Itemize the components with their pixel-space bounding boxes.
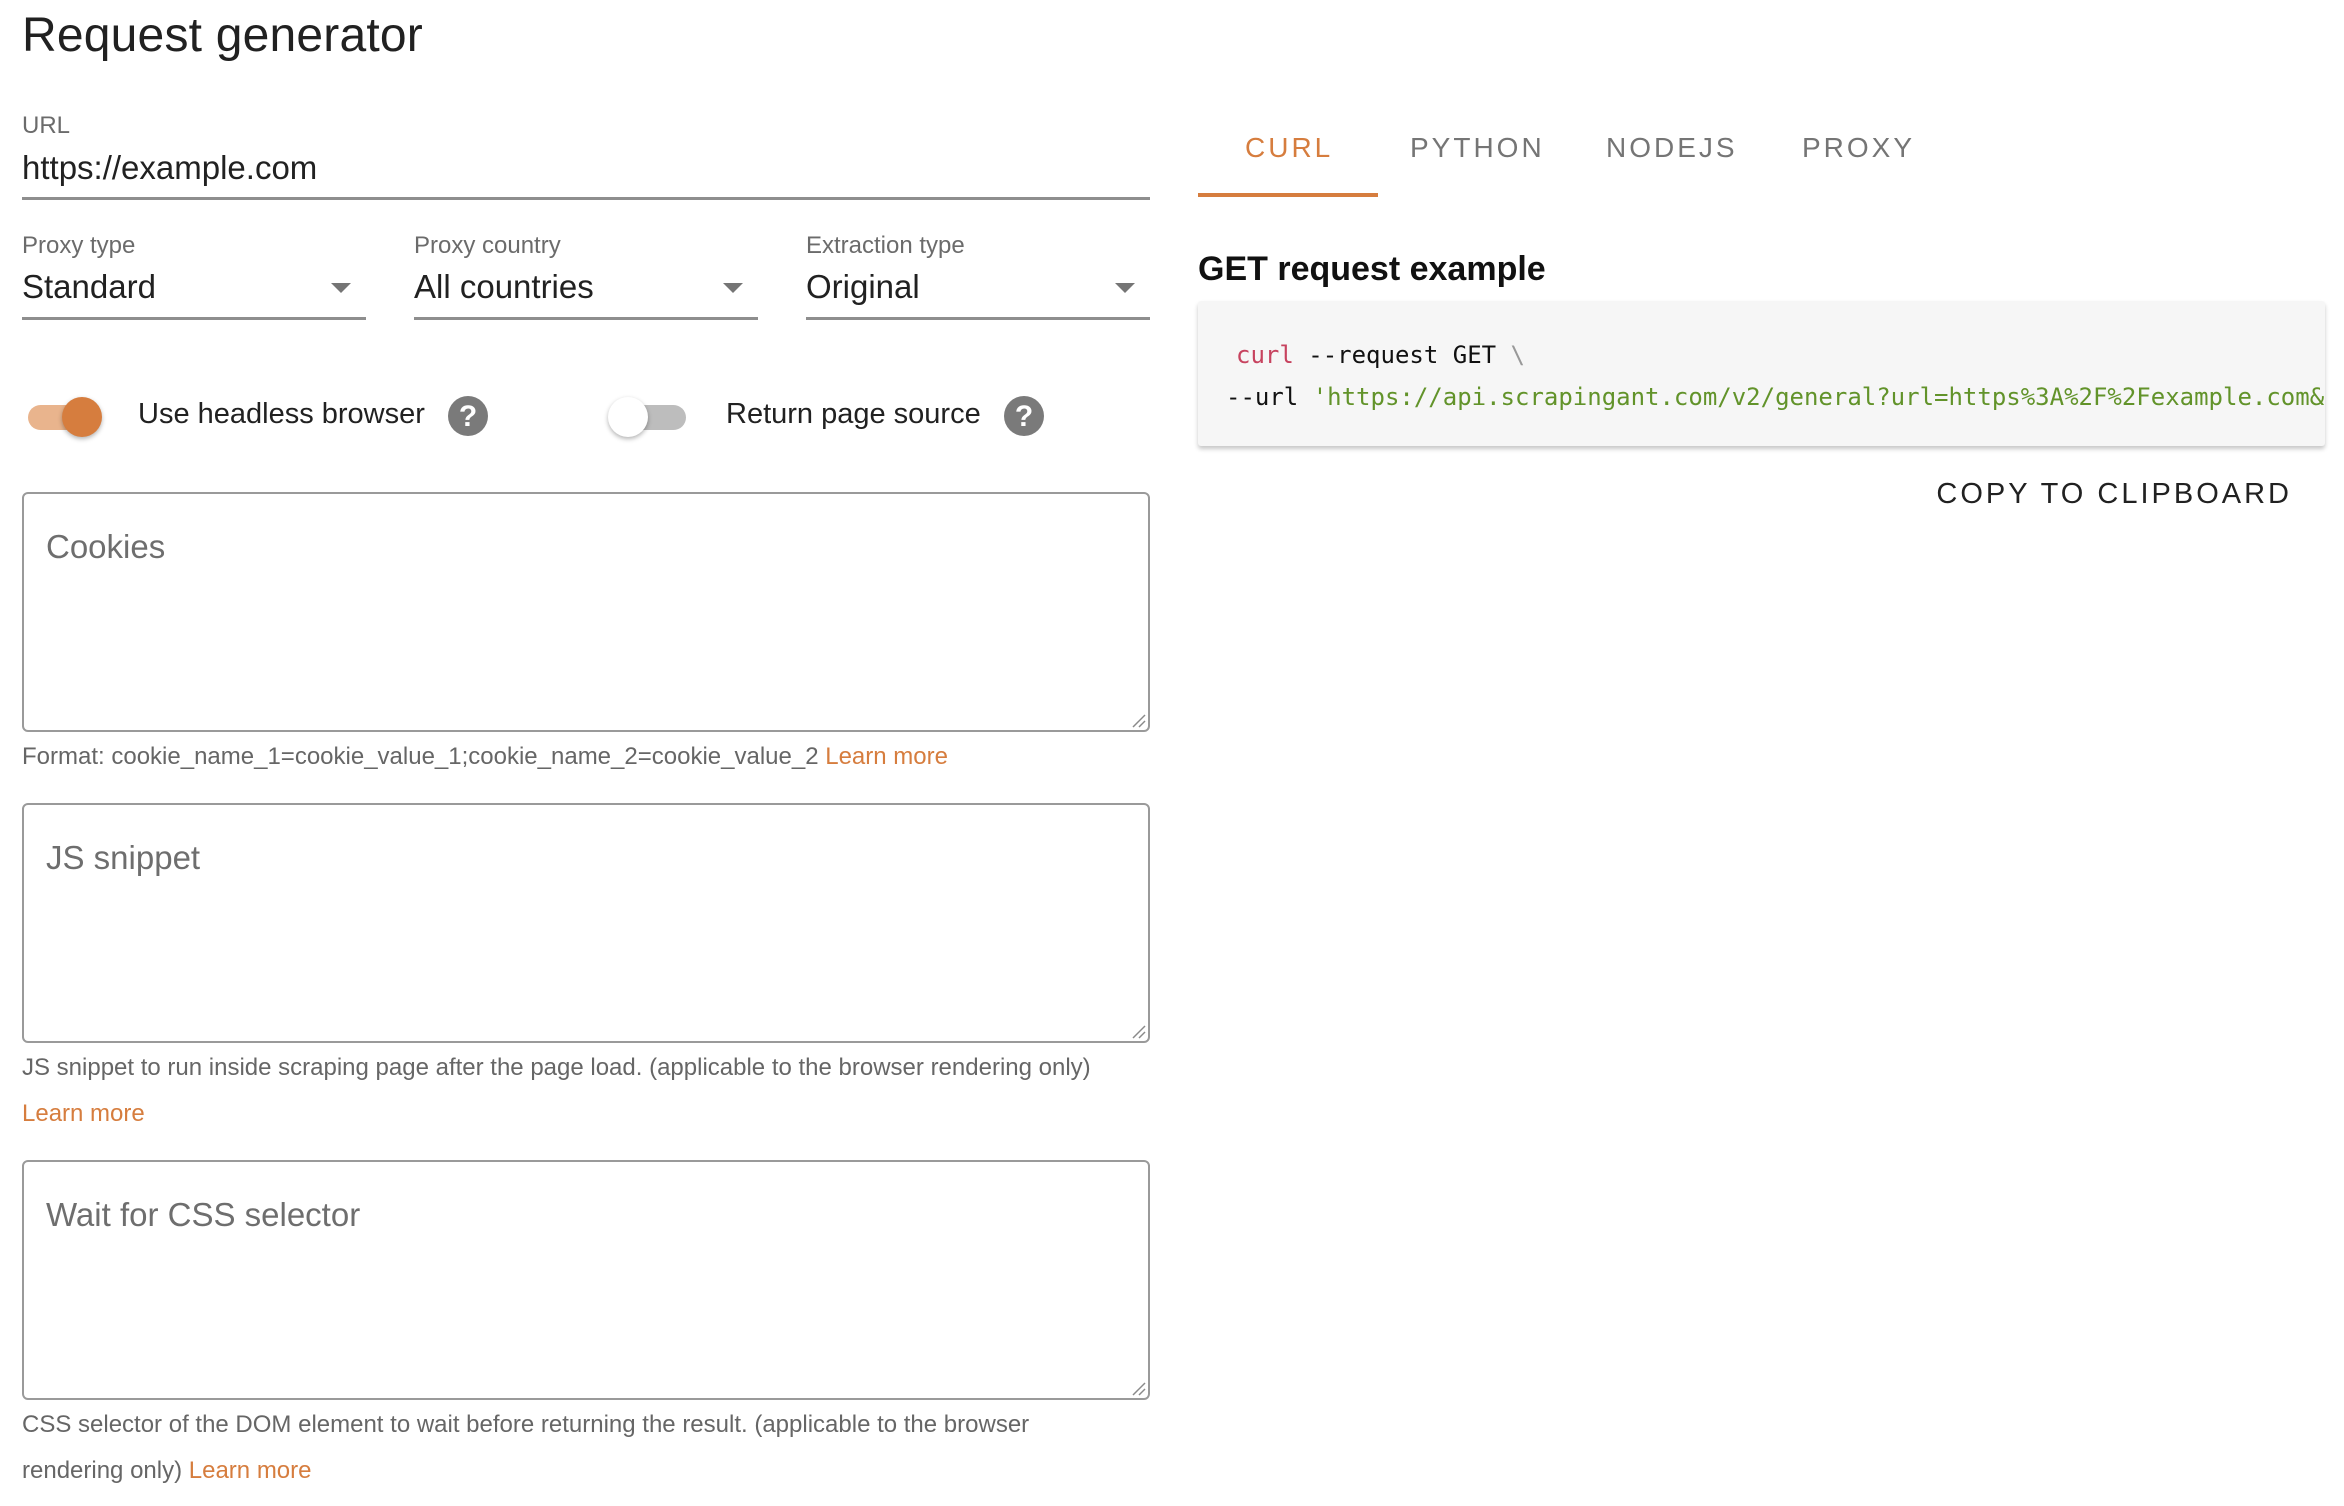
cookies-textarea[interactable] bbox=[24, 494, 1148, 730]
tab-proxy[interactable]: PROXY bbox=[1802, 132, 1915, 164]
code-line-1: curl --request GET \ bbox=[1236, 341, 1525, 369]
tab-nodejs[interactable]: NODEJS bbox=[1606, 132, 1738, 164]
cookies-field[interactable] bbox=[22, 492, 1150, 732]
chevron-down-icon[interactable] bbox=[331, 283, 351, 293]
resize-handle-icon[interactable] bbox=[1130, 712, 1146, 728]
js-snippet-helper-text: JS snippet to run inside scraping page a… bbox=[22, 1054, 1091, 1081]
wait-for-selector-helper-line1: CSS selector of the DOM element to wait … bbox=[22, 1411, 1030, 1438]
wait-for-selector-field[interactable] bbox=[22, 1160, 1150, 1400]
cookies-learn-more-link[interactable]: Learn more bbox=[825, 743, 948, 770]
js-snippet-learn-more-link[interactable]: Learn more bbox=[22, 1091, 145, 1137]
active-tab-indicator bbox=[1198, 193, 1378, 197]
code-command: curl bbox=[1236, 341, 1294, 369]
code-flag: --url bbox=[1226, 383, 1313, 411]
proxy-country-label: Proxy country bbox=[414, 232, 561, 259]
headless-browser-toggle[interactable] bbox=[22, 392, 102, 442]
chevron-down-icon[interactable] bbox=[1115, 283, 1135, 293]
code-args: --request GET bbox=[1293, 341, 1511, 369]
proxy-type-label: Proxy type bbox=[22, 232, 136, 259]
page-title: Request generator bbox=[22, 9, 423, 62]
toggle-thumb[interactable] bbox=[62, 397, 102, 437]
code-line-continuation: \ bbox=[1510, 341, 1525, 369]
proxy-country-value[interactable]: All countries bbox=[414, 268, 594, 306]
proxy-type-underline bbox=[22, 317, 366, 320]
url-input[interactable] bbox=[22, 146, 1150, 190]
return-page-source-toggle[interactable] bbox=[608, 392, 688, 442]
extraction-type-label: Extraction type bbox=[806, 232, 965, 259]
help-circle-icon[interactable]: ? bbox=[448, 396, 488, 436]
proxy-country-underline bbox=[414, 317, 758, 320]
proxy-type-value[interactable]: Standard bbox=[22, 268, 156, 306]
help-circle-icon[interactable]: ? bbox=[1004, 396, 1044, 436]
wait-for-selector-learn-more-link[interactable]: Learn more bbox=[189, 1457, 312, 1484]
extraction-type-value[interactable]: Original bbox=[806, 268, 920, 306]
extraction-type-underline bbox=[806, 317, 1150, 320]
code-url-string: 'https://api.scrapingant.com/v2/general?… bbox=[1312, 383, 2325, 411]
return-page-source-label: Return page source bbox=[726, 398, 981, 430]
wait-for-selector-helper-text: rendering only) bbox=[22, 1457, 183, 1484]
resize-handle-icon[interactable] bbox=[1130, 1023, 1146, 1039]
resize-handle-icon[interactable] bbox=[1130, 1380, 1146, 1396]
toggle-thumb[interactable] bbox=[608, 397, 648, 437]
cookies-helper-format: Format: cookie_name_1=cookie_value_1;coo… bbox=[22, 743, 819, 770]
example-title: GET request example bbox=[1198, 250, 1546, 288]
url-underline bbox=[22, 197, 1150, 200]
chevron-down-icon[interactable] bbox=[723, 283, 743, 293]
js-snippet-textarea[interactable] bbox=[24, 805, 1148, 1041]
tab-python[interactable]: PYTHON bbox=[1410, 132, 1545, 164]
cookies-helper-text: Format: cookie_name_1=cookie_value_1;coo… bbox=[22, 734, 948, 780]
code-line-2: --url 'https://api.scrapingant.com/v2/ge… bbox=[1226, 383, 2324, 411]
wait-for-selector-textarea[interactable] bbox=[24, 1162, 1148, 1398]
js-snippet-field[interactable] bbox=[22, 803, 1150, 1043]
copy-to-clipboard-button[interactable]: COPY TO CLIPBOARD bbox=[1936, 478, 2292, 511]
code-block: curl --request GET \ --url 'https://api.… bbox=[1198, 301, 2325, 446]
headless-browser-label: Use headless browser bbox=[138, 398, 425, 430]
wait-for-selector-helper-line2: rendering only) Learn more bbox=[22, 1448, 312, 1494]
tab-curl[interactable]: CURL bbox=[1245, 132, 1333, 164]
url-label: URL bbox=[22, 112, 71, 139]
